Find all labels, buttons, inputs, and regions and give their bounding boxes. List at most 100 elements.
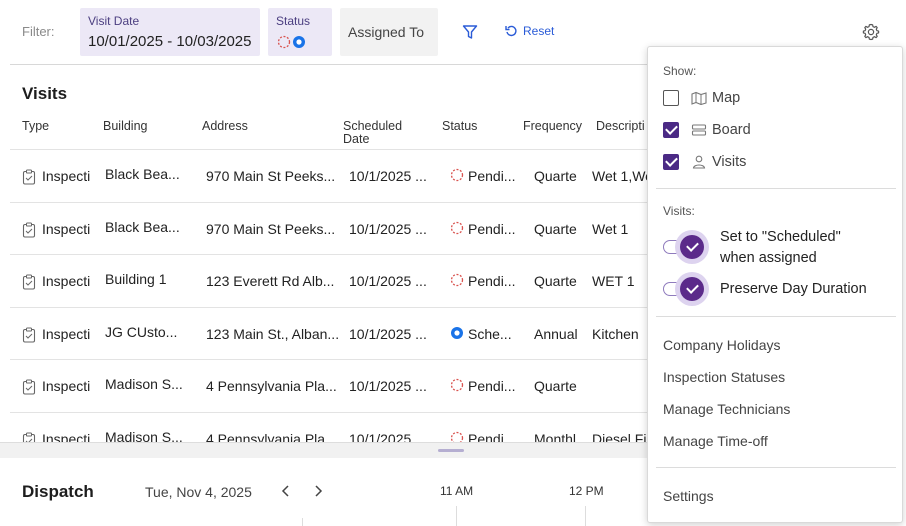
cell-address: 4 Pennsylvania Pla... — [206, 378, 337, 394]
cell-building: JG CUsto... — [105, 323, 178, 340]
inspection-statuses-link[interactable]: Inspection Statuses — [663, 369, 785, 385]
column-header-address[interactable]: Address — [202, 120, 248, 133]
column-header-status[interactable]: Status — [442, 120, 477, 133]
cell-type: Inspecti — [42, 168, 91, 184]
cell-address: 123 Main St., Alban... — [206, 325, 340, 342]
manage-technicians-link[interactable]: Manage Technicians — [663, 401, 790, 417]
cell-building: Black Bea... — [105, 166, 180, 182]
visit-date-caption: Visit Date — [88, 14, 140, 28]
chevron-right-icon[interactable] — [312, 484, 324, 498]
chevron-left-icon[interactable] — [280, 484, 292, 498]
visits-header: Visits: — [663, 204, 695, 218]
clipboard-icon — [22, 274, 36, 290]
scheduled-when-assigned-label: Set to "Scheduled" when assigned — [720, 227, 841, 269]
cell-type: Inspecti — [42, 220, 91, 237]
reset-button[interactable]: Reset — [505, 24, 554, 38]
settings-link[interactable]: Settings — [663, 488, 714, 504]
dispatch-title: Dispatch — [22, 482, 94, 501]
clipboard-icon — [22, 169, 36, 185]
manage-time-off-link[interactable]: Manage Time-off — [663, 433, 768, 449]
visits-title: Visits — [22, 84, 68, 103]
scheduled-when-assigned-knob[interactable] — [675, 230, 709, 264]
map-icon — [691, 90, 707, 106]
check-icon — [680, 235, 704, 259]
table-row[interactable]: Inspecti JG CUsto... 123 Main St., Alban..… — [10, 306, 650, 359]
visits-checkbox[interactable] — [663, 154, 679, 170]
cell-building: Building 1 — [105, 271, 167, 287]
clipboard-icon — [22, 327, 36, 343]
toggle-label-line2: when assigned — [720, 250, 817, 266]
cell-frequency: Quarter — [534, 220, 577, 237]
cell-frequency: Quarter — [534, 168, 577, 184]
scheduler-page: Filter: Visit Date 10/01/2025 - 10/03/20… — [0, 0, 906, 526]
pending-status-icon — [277, 35, 291, 49]
timeline-gridline — [302, 518, 303, 526]
board-checkbox[interactable] — [663, 122, 679, 138]
map-label: Map — [712, 90, 741, 106]
panel-divider — [656, 316, 896, 317]
table-row[interactable]: Inspecti Building 1 123 Everett Rd Alb... 1… — [10, 254, 650, 306]
show-board-option[interactable]: Board — [663, 120, 751, 140]
splitter-handle[interactable] — [438, 449, 464, 452]
table-row[interactable]: Inspecti Black Bea... 970 Main St Peeks...… — [10, 201, 650, 254]
panel-divider — [656, 467, 896, 468]
cell-status: Pendi... — [468, 273, 516, 289]
cell-date: 10/1/2025 ... — [349, 325, 427, 342]
cell-date: 10/1/2025 ... — [349, 220, 427, 237]
table-row[interactable]: Inspecti Madison S... 4 Pennsylvania Pla..… — [10, 359, 650, 411]
timeline-gridline — [585, 506, 586, 526]
check-icon — [680, 277, 704, 301]
column-header-building[interactable]: Building — [103, 120, 147, 133]
column-header-scheduled-date[interactable]: Scheduled Date — [343, 120, 413, 146]
cell-status: Pendi... — [468, 378, 516, 394]
gear-icon[interactable] — [862, 23, 880, 41]
scheduled-status-icon — [451, 326, 463, 339]
board-icon — [691, 122, 707, 138]
cell-date: 10/1/2025 ... — [349, 273, 427, 289]
column-header-description[interactable]: Descripti — [596, 120, 645, 133]
pending-status-icon — [450, 168, 464, 182]
visits-option-label: Visits — [712, 154, 747, 170]
time-label-11am: 11 AM — [440, 484, 474, 498]
cell-type: Inspecti — [42, 378, 91, 394]
status-caption: Status — [276, 14, 311, 28]
cell-description: WET 1 — [592, 273, 635, 289]
table-row[interactable]: Inspecti Black Bea... 970 Main St Peeks...… — [10, 149, 650, 201]
cell-date: 10/1/2025 ... — [349, 168, 427, 184]
status-filter[interactable]: Status — [268, 8, 332, 56]
company-holidays-link[interactable]: Company Holidays — [663, 337, 781, 353]
dispatch-date[interactable]: Tue, Nov 4, 2025 — [145, 484, 252, 500]
assigned-to-filter[interactable]: Assigned To — [340, 8, 438, 56]
visit-date-filter[interactable]: Visit Date 10/01/2025 - 10/03/2025 — [80, 8, 260, 56]
preserve-day-duration-label: Preserve Day Duration — [720, 281, 867, 297]
filter-icon[interactable] — [462, 24, 478, 40]
cell-description: Wet 1 — [592, 220, 629, 237]
cell-status: Pendi... — [468, 220, 516, 237]
pending-status-icon — [450, 378, 464, 392]
assigned-to-label: Assigned To — [348, 24, 425, 40]
column-header-type[interactable]: Type — [22, 120, 49, 133]
visit-date-value: 10/01/2025 - 10/03/2025 — [88, 33, 252, 50]
cell-type: Inspecti — [42, 273, 91, 289]
toggle-label-line1: Set to "Scheduled" — [720, 229, 841, 245]
cell-status: Sche... — [468, 325, 512, 342]
cell-address: 970 Main St Peeks... — [206, 220, 336, 237]
cell-type: Inspecti — [42, 325, 91, 342]
cell-frequency: Quarter — [534, 273, 577, 289]
cell-address: 123 Everett Rd Alb... — [206, 273, 335, 289]
cell-address: 970 Main St Peeks... — [206, 168, 336, 184]
cell-date: 10/1/2025 ... — [349, 378, 427, 394]
cell-building: Madison S... — [105, 376, 183, 392]
panel-divider — [656, 188, 896, 189]
show-visits-option[interactable]: Visits — [663, 152, 746, 172]
filter-divider — [10, 64, 650, 65]
pending-status-icon — [450, 221, 464, 234]
preserve-day-duration-knob[interactable] — [675, 272, 709, 306]
timeline-gridline — [456, 506, 457, 526]
reset-label: Reset — [523, 24, 555, 38]
column-header-frequency[interactable]: Frequency — [523, 120, 582, 133]
map-checkbox[interactable] — [663, 90, 679, 106]
pending-status-icon — [450, 273, 464, 287]
show-map-option[interactable]: Map — [663, 88, 740, 108]
pane-splitter[interactable] — [0, 442, 650, 458]
